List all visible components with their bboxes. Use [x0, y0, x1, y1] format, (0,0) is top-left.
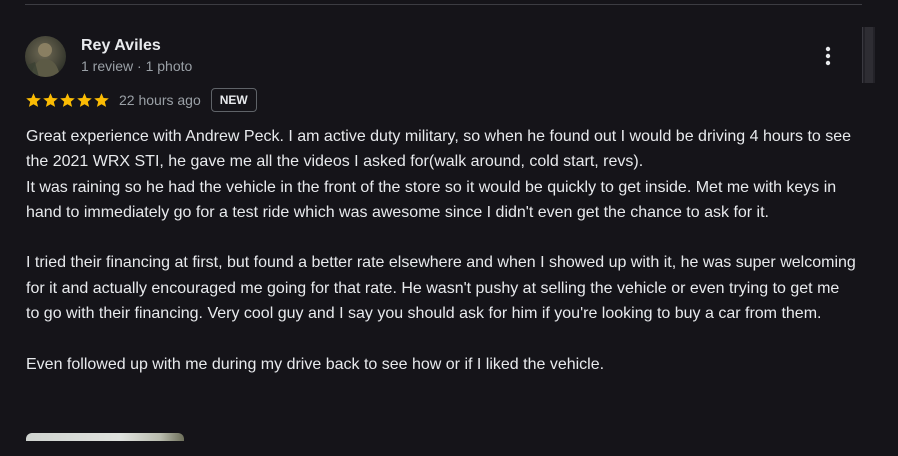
more-vert-icon	[825, 46, 831, 66]
review-time: 22 hours ago	[119, 92, 201, 108]
review-paragraph: It was raining so he had the vehicle in …	[26, 178, 837, 221]
avatar-image	[25, 43, 60, 77]
review-text: Great experience with Andrew Peck. I am …	[26, 124, 856, 377]
avatar[interactable]	[25, 36, 66, 77]
review-paragraph: Even followed up with me during my drive…	[26, 355, 605, 373]
scrollbar-thumb[interactable]	[865, 27, 873, 83]
star-rating	[25, 92, 110, 109]
star-icon	[26, 92, 41, 107]
top-divider	[25, 4, 862, 5]
review-paragraph: Great experience with Andrew Peck. I am …	[26, 128, 852, 171]
rating-row: 22 hours ago NEW	[25, 88, 257, 112]
author-name[interactable]: Rey Aviles	[81, 37, 161, 55]
star-icon	[60, 92, 75, 107]
star-icon	[77, 92, 92, 107]
author-meta: 1 review · 1 photo	[81, 58, 193, 74]
more-options-button[interactable]	[814, 42, 842, 70]
star-icon	[43, 92, 58, 107]
star-icon	[94, 92, 109, 107]
new-badge: NEW	[210, 88, 257, 112]
review-paragraph: I tried their financing at first, but fo…	[26, 254, 856, 323]
review-photo[interactable]	[26, 433, 184, 441]
scrollbar[interactable]	[862, 27, 875, 83]
